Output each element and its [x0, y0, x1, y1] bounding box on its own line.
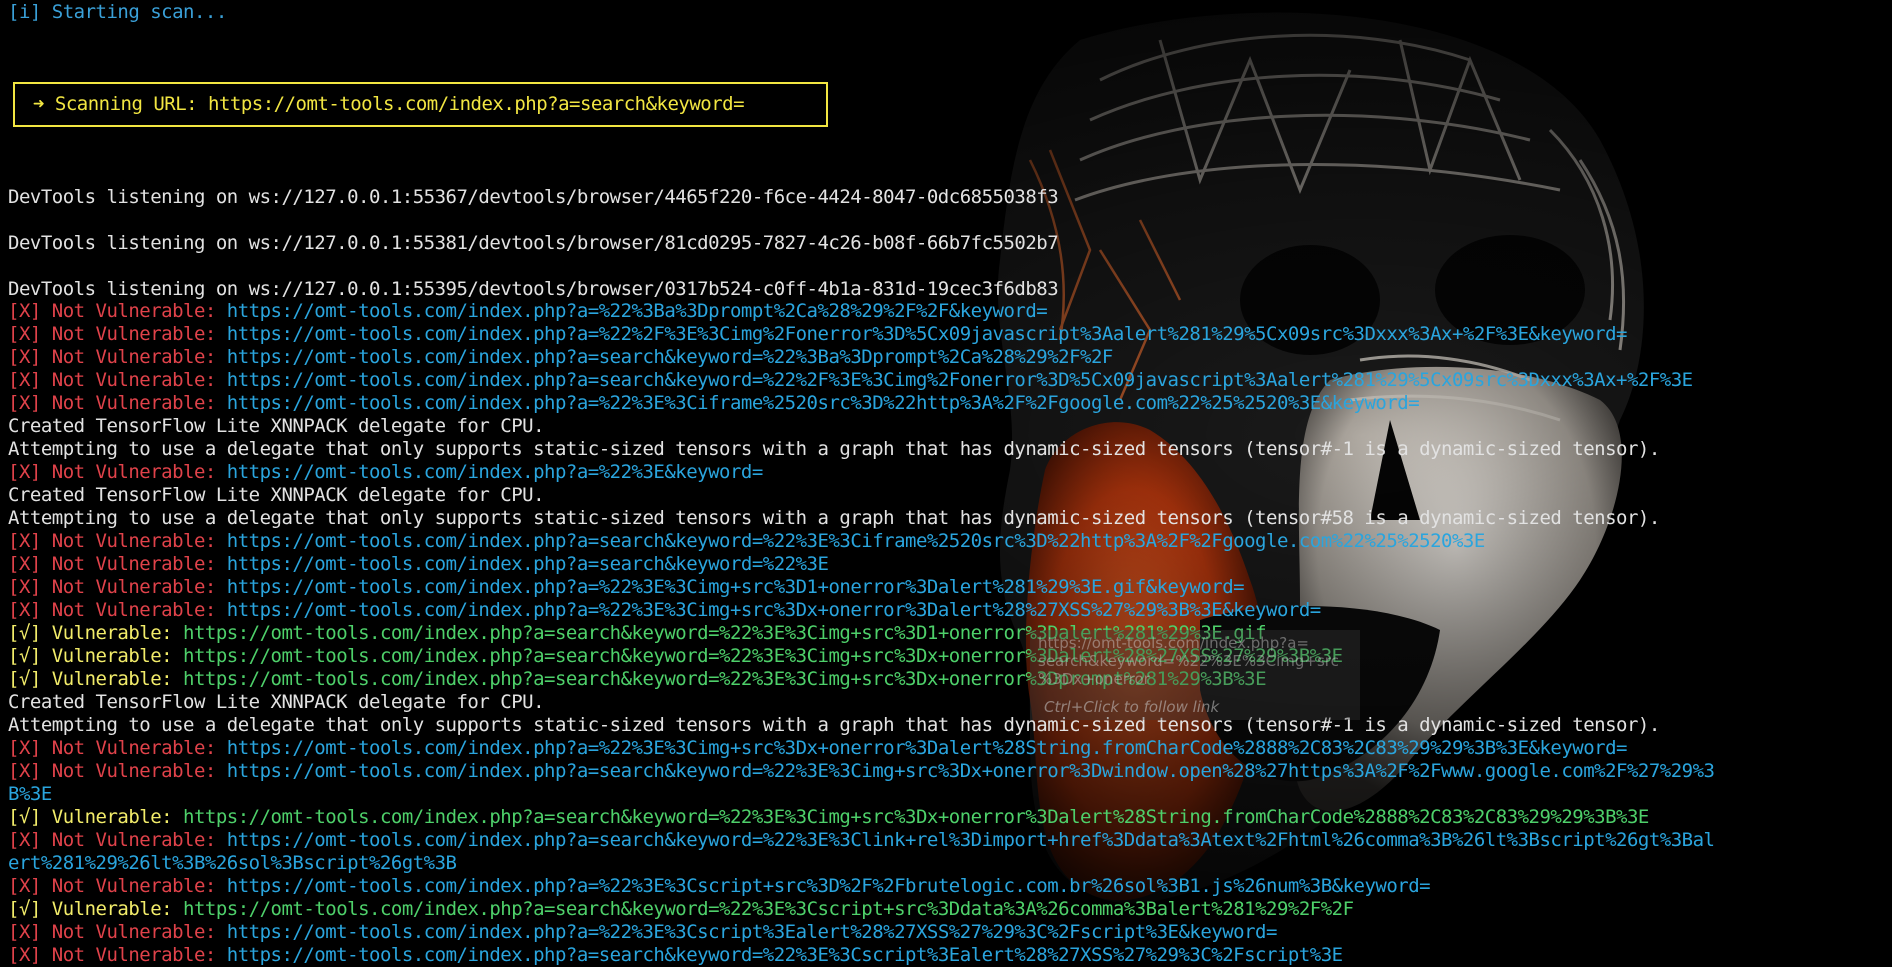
- result-url-link[interactable]: https://omt-tools.com/index.php?a=%22%3B…: [227, 300, 1048, 322]
- result-url-link[interactable]: https://omt-tools.com/index.php?a=%22%3E…: [227, 737, 1628, 759]
- result-line-vulnerable: [√] Vulnerable: https://omt-tools.com/in…: [8, 806, 1892, 829]
- result-line: [X] Not Vulnerable: https://omt-tools.co…: [8, 921, 1892, 944]
- tflite-line: Created TensorFlow Lite XNNPACK delegate…: [8, 484, 545, 506]
- result-line: [X] Not Vulnerable: https://omt-tools.co…: [8, 576, 1892, 599]
- not-vulnerable-tag: [X] Not Vulnerable:: [8, 576, 216, 598]
- devtools-line-1: DevTools listening on ws://127.0.0.1:553…: [8, 186, 1059, 208]
- status-line-start: [i] Starting scan...: [8, 1, 227, 23]
- result-line: [X] Not Vulnerable: https://omt-tools.co…: [8, 530, 1892, 553]
- not-vulnerable-tag: [X] Not Vulnerable:: [8, 737, 216, 759]
- result-line: [X] Not Vulnerable: https://omt-tools.co…: [8, 461, 1892, 484]
- not-vulnerable-tag: [X] Not Vulnerable:: [8, 392, 216, 414]
- result-line-vulnerable: [√] Vulnerable: https://omt-tools.com/in…: [8, 645, 1892, 668]
- delegate-warning-line: Attempting to use a delegate that only s…: [8, 714, 1660, 736]
- devtools-line-2: DevTools listening on ws://127.0.0.1:553…: [8, 232, 1059, 254]
- not-vulnerable-tag: [X] Not Vulnerable:: [8, 944, 216, 966]
- not-vulnerable-tag: [X] Not Vulnerable:: [8, 369, 216, 391]
- result-line: [X] Not Vulnerable: https://omt-tools.co…: [8, 346, 1892, 369]
- vulnerable-tag: [√] Vulnerable:: [8, 645, 173, 667]
- result-line: [X] Not Vulnerable: https://omt-tools.co…: [8, 737, 1892, 760]
- not-vulnerable-tag: [X] Not Vulnerable:: [8, 599, 216, 621]
- result-url-link[interactable]: https://omt-tools.com/index.php?a=%22%3E…: [227, 576, 1245, 598]
- devtools-line-3: DevTools listening on ws://127.0.0.1:553…: [8, 278, 1059, 300]
- not-vulnerable-tag: [X] Not Vulnerable:: [8, 760, 216, 782]
- result-url-link[interactable]: https://omt-tools.com/index.php?a=%22%3E…: [227, 599, 1321, 621]
- not-vulnerable-tag: [X] Not Vulnerable:: [8, 875, 216, 897]
- result-line: [X] Not Vulnerable: https://omt-tools.co…: [8, 760, 1892, 783]
- result-line: [X] Not Vulnerable: https://omt-tools.co…: [8, 323, 1892, 346]
- result-url-link[interactable]: https://omt-tools.com/index.php?a=search…: [227, 369, 1693, 391]
- result-url-link[interactable]: https://omt-tools.com/index.php?a=search…: [227, 553, 829, 575]
- result-line: [X] Not Vulnerable: https://omt-tools.co…: [8, 553, 1892, 576]
- result-url-link[interactable]: https://omt-tools.com/index.php?a=%22%3E…: [227, 921, 1278, 943]
- not-vulnerable-tag: [X] Not Vulnerable:: [8, 323, 216, 345]
- result-url-continuation[interactable]: ert%281%29%26lt%3B%26sol%3Bscript%26gt%3…: [8, 852, 1892, 875]
- result-line: [X] Not Vulnerable: https://omt-tools.co…: [8, 369, 1892, 392]
- not-vulnerable-tag: [X] Not Vulnerable:: [8, 921, 216, 943]
- not-vulnerable-tag: [X] Not Vulnerable:: [8, 300, 216, 322]
- not-vulnerable-tag: [X] Not Vulnerable:: [8, 530, 216, 552]
- vulnerable-tag: [√] Vulnerable:: [8, 668, 173, 690]
- tooltip-url-line: https://omt-tools.com/index.php?a=: [1038, 634, 1310, 652]
- result-line: [X] Not Vulnerable: https://omt-tools.co…: [8, 392, 1892, 415]
- result-line-vulnerable: [√] Vulnerable: https://omt-tools.com/in…: [8, 668, 1892, 691]
- tooltip-hint: Ctrl+Click to follow link: [1044, 698, 1220, 716]
- result-url-link[interactable]: https://omt-tools.com/index.php?a=search…: [227, 530, 1485, 552]
- result-line: [X] Not Vulnerable: https://omt-tools.co…: [8, 944, 1892, 967]
- not-vulnerable-tag: [X] Not Vulnerable:: [8, 346, 216, 368]
- link-hover-tooltip: https://omt-tools.com/index.php?a= searc…: [1030, 630, 1360, 720]
- result-line-vulnerable: [√] Vulnerable: https://omt-tools.com/in…: [8, 898, 1892, 921]
- vulnerable-tag: [√] Vulnerable:: [8, 898, 173, 920]
- result-url-link[interactable]: https://omt-tools.com/index.php?a=%22%3E…: [227, 392, 1420, 414]
- not-vulnerable-tag: [X] Not Vulnerable:: [8, 461, 216, 483]
- result-url-continuation[interactable]: B%3E: [8, 783, 1892, 806]
- tooltip-url-line: search&keyword=%22%3E%3Cimg+src: [1038, 652, 1339, 670]
- vulnerable-url-link[interactable]: https://omt-tools.com/index.php?a=search…: [183, 806, 1649, 828]
- tflite-line: Created TensorFlow Lite XNNPACK delegate…: [8, 691, 545, 713]
- scanning-url-box: ➜ Scanning URL: https://omt-tools.com/in…: [13, 82, 828, 127]
- result-url-link[interactable]: https://omt-tools.com/index.php?a=search…: [227, 829, 1715, 851]
- result-url-link[interactable]: https://omt-tools.com/index.php?a=%22%3E…: [227, 875, 1431, 897]
- not-vulnerable-tag: [X] Not Vulnerable:: [8, 553, 216, 575]
- vulnerable-tag: [√] Vulnerable:: [8, 622, 173, 644]
- result-url-link[interactable]: https://omt-tools.com/index.php?a=search…: [227, 346, 1114, 368]
- terminal-output: [i] Starting scan... ➜ Scanning URL: htt…: [0, 0, 1892, 967]
- result-url-link[interactable]: https://omt-tools.com/index.php?a=%22%3E…: [227, 461, 764, 483]
- result-line-vulnerable: [√] Vulnerable: https://omt-tools.com/in…: [8, 622, 1892, 645]
- result-url-link[interactable]: https://omt-tools.com/index.php?a=search…: [227, 760, 1715, 782]
- result-line: [X] Not Vulnerable: https://omt-tools.co…: [8, 300, 1892, 323]
- not-vulnerable-tag: [X] Not Vulnerable:: [8, 829, 216, 851]
- result-url-link[interactable]: https://omt-tools.com/index.php?a=search…: [227, 944, 1343, 966]
- result-line: [X] Not Vulnerable: https://omt-tools.co…: [8, 875, 1892, 898]
- tflite-line: Created TensorFlow Lite XNNPACK delegate…: [8, 415, 545, 437]
- result-url-link[interactable]: https://omt-tools.com/index.php?a=%22%2F…: [227, 323, 1628, 345]
- tooltip-url-line: %3Dx+onerror: [1038, 670, 1150, 688]
- result-line: [X] Not Vulnerable: https://omt-tools.co…: [8, 599, 1892, 622]
- vulnerable-tag: [√] Vulnerable:: [8, 806, 173, 828]
- delegate-warning-line: Attempting to use a delegate that only s…: [8, 438, 1660, 460]
- delegate-warning-line: Attempting to use a delegate that only s…: [8, 507, 1660, 529]
- result-line: [X] Not Vulnerable: https://omt-tools.co…: [8, 829, 1892, 852]
- vulnerable-url-link[interactable]: https://omt-tools.com/index.php?a=search…: [183, 898, 1354, 920]
